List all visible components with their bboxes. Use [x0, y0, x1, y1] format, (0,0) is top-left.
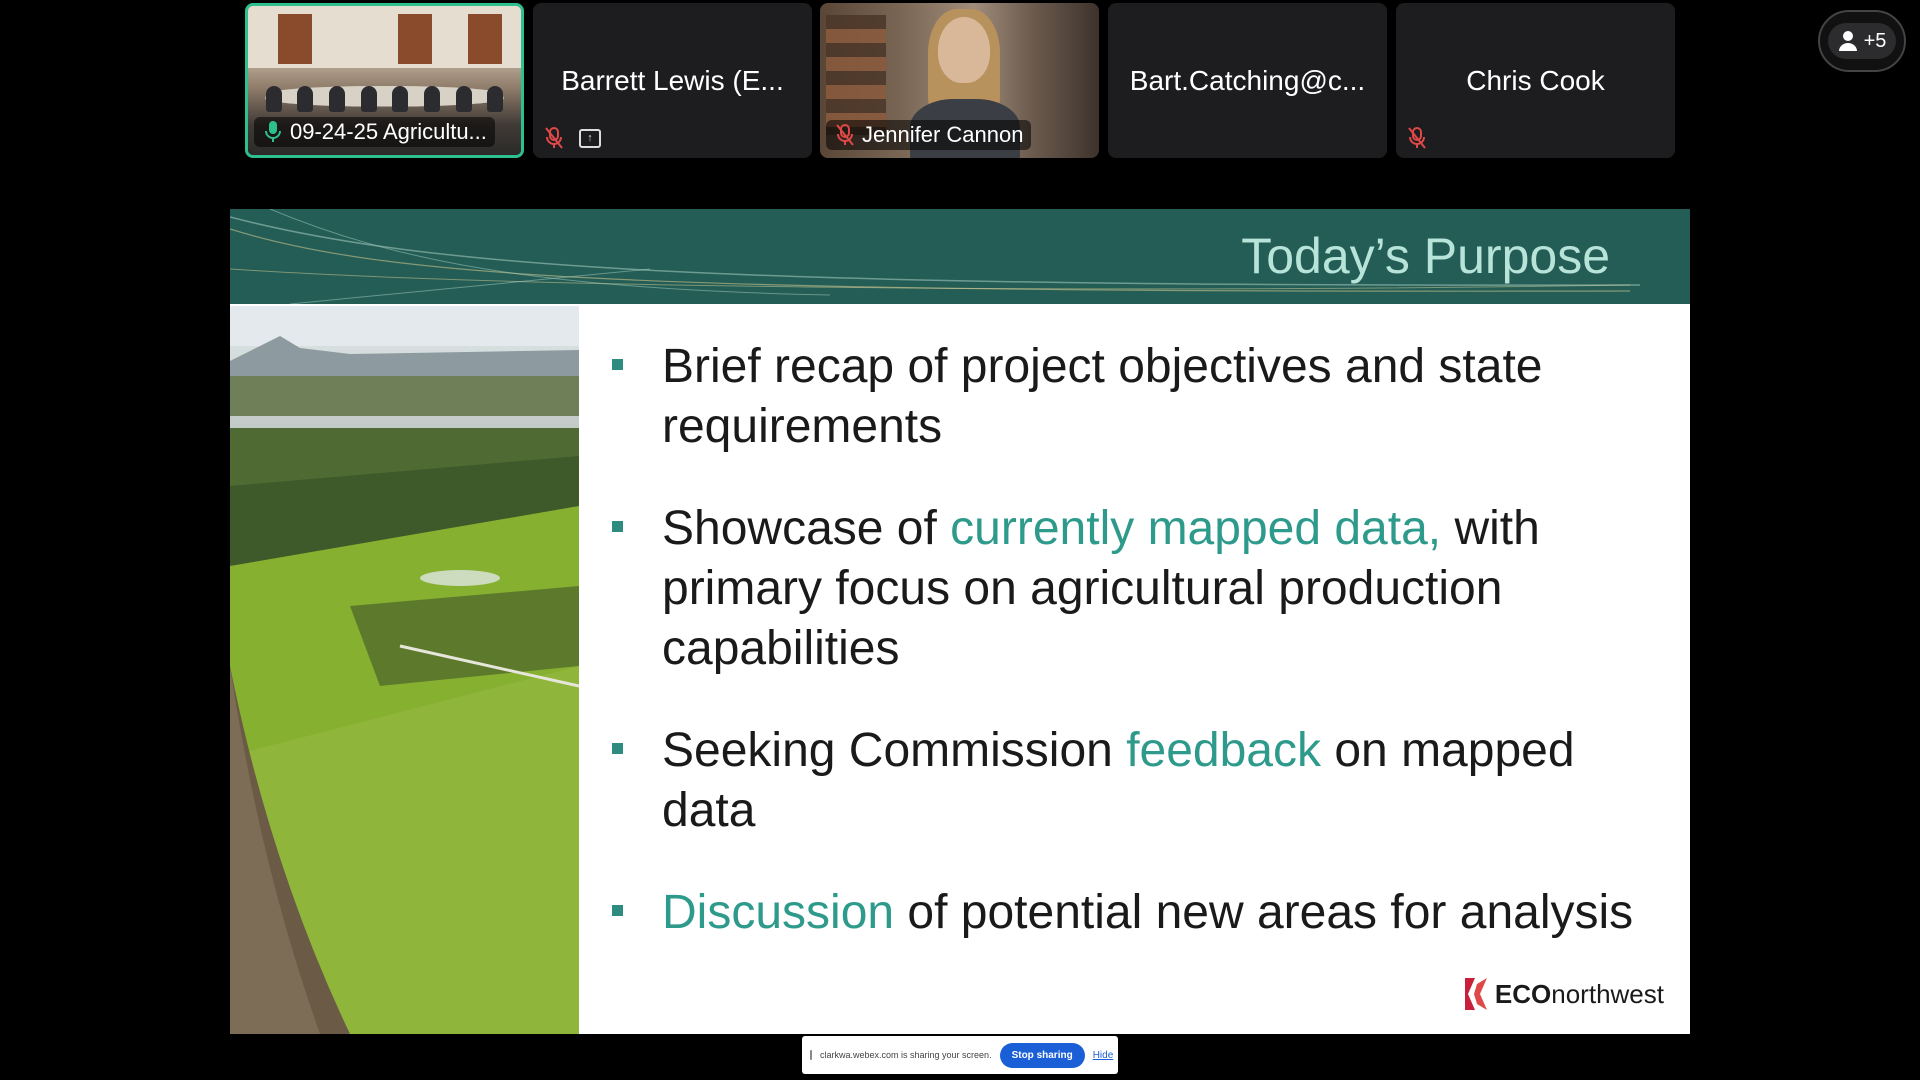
microphone-icon [265, 121, 281, 142]
brand-bold: ECO [1494, 978, 1552, 1009]
bullet-text: Seeking Commission [662, 724, 1127, 777]
participant-label: 09-24-25 Agricultu... [254, 117, 495, 147]
participant-tile-jennifer[interactable]: Jennifer Cannon [820, 3, 1099, 158]
muted-microphone-icon [1408, 127, 1426, 149]
brand-mark-icon [1464, 978, 1487, 1010]
bullet-item: Brief recap of project objectives and st… [610, 337, 1660, 457]
bullet-square-icon [612, 521, 623, 532]
person-icon [1838, 31, 1857, 51]
screen-share-icon: ↑ [579, 128, 601, 148]
screen-share-bar: clarkwa.webex.com is sharing your screen… [802, 1036, 1118, 1074]
bullet-square-icon [612, 359, 623, 370]
hide-link[interactable]: Hide [1093, 1050, 1114, 1061]
brand-rest: northwest [1551, 978, 1664, 1009]
bullet-highlight: currently mapped data, [950, 502, 1442, 555]
slide-header: Today’s Purpose [230, 209, 1690, 304]
bullet-square-icon [612, 743, 623, 754]
participant-tile-bart[interactable]: Bart.Catching@c... [1108, 3, 1387, 158]
muted-microphone-icon [545, 127, 563, 149]
bullet-highlight: feedback [1126, 724, 1321, 777]
stop-sharing-button[interactable]: Stop sharing [999, 1042, 1085, 1068]
participant-tile-barrett[interactable]: Barrett Lewis (E... ↑ [533, 3, 812, 158]
bullet-item: Discussion of potential new areas for an… [610, 883, 1660, 943]
participant-name: 09-24-25 Agricultu... [290, 119, 487, 144]
bullet-item: Showcase of currently mapped data, with … [610, 499, 1660, 679]
share-indicator-icon [810, 1050, 812, 1060]
bullet-text: Showcase of [662, 502, 951, 555]
participant-tile-room[interactable]: 09-24-25 Agricultu... [245, 3, 524, 158]
farmland-photo [230, 306, 579, 1034]
shared-slide: Today’s Purpose Brief recap of project o… [230, 209, 1690, 1034]
bullet-square-icon [612, 905, 623, 916]
econorthwest-logo: ECOnorthwest [1463, 976, 1664, 1012]
participant-label: Jennifer Cannon [826, 120, 1032, 150]
bullet-item: Seeking Commission feedback on mapped da… [610, 721, 1660, 841]
bullet-list: Brief recap of project objectives and st… [610, 337, 1660, 985]
participant-tile-chris[interactable]: Chris Cook [1396, 3, 1675, 158]
slide-title: Today’s Purpose [1241, 228, 1610, 284]
more-participants-count: +5 [1863, 29, 1887, 52]
more-participants-button[interactable]: +5 [1818, 10, 1906, 72]
share-message: clarkwa.webex.com is sharing your screen… [820, 1050, 992, 1060]
bullet-text: Brief recap of project objectives and st… [662, 340, 1543, 453]
participant-name: Barrett Lewis (E... [561, 65, 784, 96]
participant-name: Jennifer Cannon [862, 122, 1024, 147]
participant-name: Chris Cook [1466, 65, 1605, 96]
bullet-highlight: Discussion [662, 886, 895, 939]
bullet-text: of potential new areas for analysis [894, 886, 1634, 939]
meeting-window: 09-24-25 Agricultu... Barrett Lewis (E..… [0, 0, 1920, 1080]
participant-name: Bart.Catching@c... [1129, 65, 1366, 96]
muted-microphone-icon [836, 124, 854, 146]
